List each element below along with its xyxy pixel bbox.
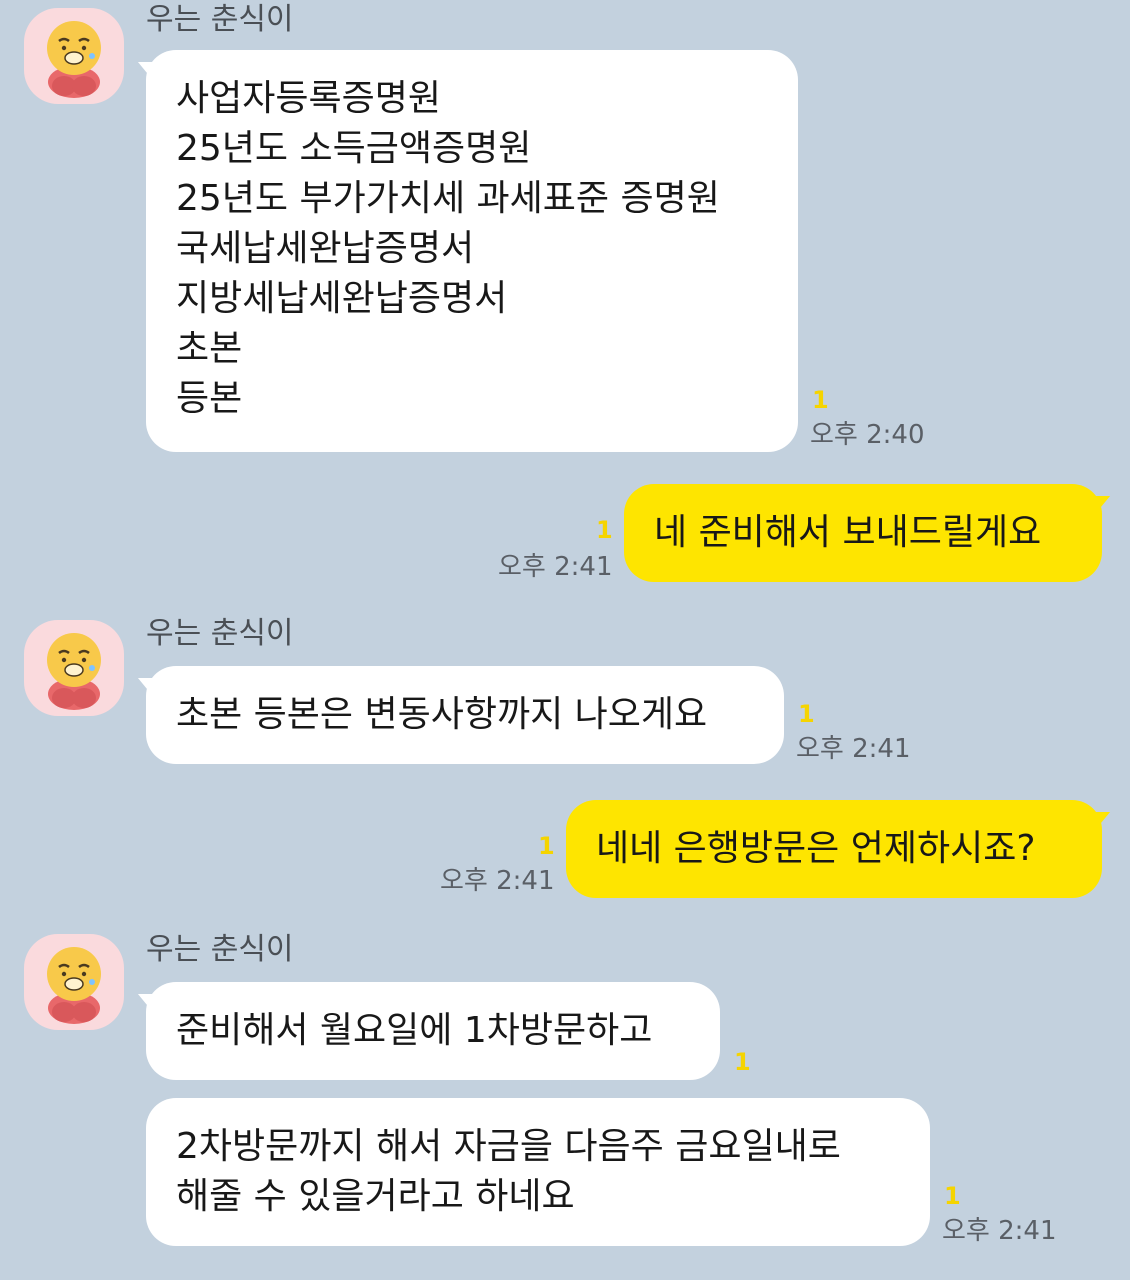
message-bubble-incoming[interactable]: 사업자등록증명원 25년도 소득금액증명원 25년도 부가가치세 과세표준 증명… <box>134 50 798 452</box>
message-line: 사업자등록증명원 <box>176 78 441 119</box>
message-line: 2차방문까지 해서 자금을 다음주 금요일내로 <box>176 1126 841 1167</box>
unread-count: 1 <box>798 700 815 728</box>
message-text: 네 준비해서 보내드릴게요 <box>654 512 1042 553</box>
message-bubble-incoming[interactable]: 준비해서 월요일에 1차방문하고 <box>134 982 720 1080</box>
avatar-icon[interactable] <box>24 934 124 1030</box>
message-time: 오후 2:40 <box>810 420 925 450</box>
message-line: 25년도 소득금액증명원 <box>176 128 532 169</box>
unread-count: 1 <box>538 832 555 860</box>
message-line: 국세납세완납증명서 <box>176 228 475 269</box>
message-bubble-incoming[interactable]: 초본 등본은 변동사항까지 나오게요 <box>134 666 784 764</box>
message-bubble-outgoing[interactable]: 네 준비해서 보내드릴게요 <box>624 484 1114 582</box>
message-line: 등본 <box>176 378 243 419</box>
message-time: 오후 2:41 <box>942 1216 1057 1246</box>
message-text: 네네 은행방문은 언제하시죠? <box>596 828 1036 869</box>
message-line: 지방세납세완납증명서 <box>176 278 508 319</box>
avatar-icon[interactable] <box>24 620 124 716</box>
sender-name: 우는 춘식이 <box>146 2 294 37</box>
message-text: 초본 등본은 변동사항까지 나오게요 <box>176 694 708 735</box>
message-line: 25년도 부가가치세 과세표준 증명원 <box>176 178 720 219</box>
unread-count: 1 <box>596 516 613 544</box>
message-time: 오후 2:41 <box>440 866 555 896</box>
message-text: 준비해서 월요일에 1차방문하고 <box>176 1010 653 1051</box>
message-bubble-outgoing[interactable]: 네네 은행방문은 언제하시죠? <box>566 800 1114 898</box>
unread-count: 1 <box>734 1048 751 1076</box>
unread-count: 1 <box>812 386 829 414</box>
avatar-icon[interactable] <box>24 8 124 104</box>
sender-name: 우는 춘식이 <box>146 932 294 967</box>
message-line: 해줄 수 있을거라고 하네요 <box>176 1176 575 1217</box>
message-line: 초본 <box>176 328 243 369</box>
message-time: 오후 2:41 <box>498 552 613 582</box>
unread-count: 1 <box>944 1182 961 1210</box>
message-bubble-incoming[interactable]: 2차방문까지 해서 자금을 다음주 금요일내로 해줄 수 있을거라고 하네요 <box>146 1098 930 1246</box>
sender-name: 우는 춘식이 <box>146 616 294 651</box>
message-time: 오후 2:41 <box>796 734 911 764</box>
